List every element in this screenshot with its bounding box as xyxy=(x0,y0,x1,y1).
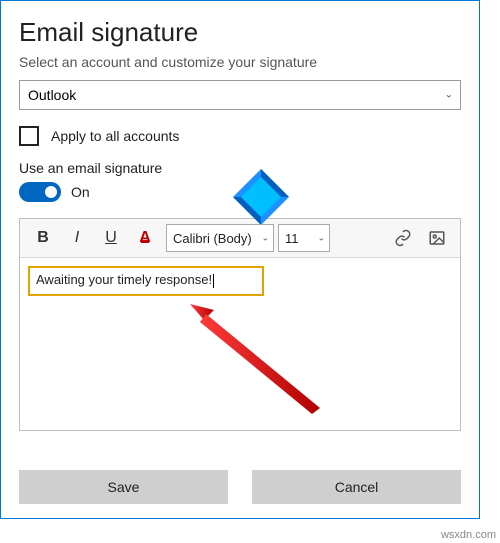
signature-text: Awaiting your timely response! xyxy=(36,272,448,288)
toggle-state-label: On xyxy=(71,184,90,200)
page-subtitle: Select an account and customize your sig… xyxy=(19,54,461,70)
font-size-value: 11 xyxy=(285,231,299,246)
email-signature-panel: Email signature Select an account and cu… xyxy=(0,0,480,519)
account-select[interactable]: Outlook ⌄ xyxy=(19,80,461,110)
font-size-select[interactable]: 11 ⌄ xyxy=(278,224,330,252)
insert-link-button[interactable] xyxy=(386,223,420,253)
toggle-knob xyxy=(45,186,57,198)
annotation-arrow-icon xyxy=(190,304,320,414)
editor-toolbar: B I U A Calibri (Body) ⌄ 11 ⌄ xyxy=(20,219,460,258)
watermark: wsxdn.com xyxy=(441,529,496,541)
save-button[interactable]: Save xyxy=(19,470,228,504)
cancel-button[interactable]: Cancel xyxy=(252,470,461,504)
apply-all-row: Apply to all accounts xyxy=(19,126,461,146)
underline-button[interactable]: U xyxy=(94,223,128,253)
signature-editor: B I U A Calibri (Body) ⌄ 11 ⌄ xyxy=(19,218,461,431)
italic-button[interactable]: I xyxy=(60,223,94,253)
font-name-value: Calibri (Body) xyxy=(173,231,252,246)
app-logo-icon xyxy=(233,169,289,225)
apply-all-checkbox[interactable] xyxy=(19,126,39,146)
font-color-button[interactable]: A xyxy=(128,223,162,253)
page-title: Email signature xyxy=(19,17,461,48)
insert-image-button[interactable] xyxy=(420,223,454,253)
chevron-down-icon: ⌄ xyxy=(317,233,325,244)
signature-toggle[interactable] xyxy=(19,182,61,202)
apply-all-label: Apply to all accounts xyxy=(51,128,179,144)
signature-textarea[interactable]: Awaiting your timely response! xyxy=(20,258,460,430)
dialog-button-row: Save Cancel xyxy=(19,470,461,504)
font-name-select[interactable]: Calibri (Body) ⌄ xyxy=(166,224,274,252)
account-select-value[interactable]: Outlook xyxy=(19,80,461,110)
bold-button[interactable]: B xyxy=(26,223,60,253)
chevron-down-icon: ⌄ xyxy=(261,233,269,244)
text-caret xyxy=(213,274,214,288)
